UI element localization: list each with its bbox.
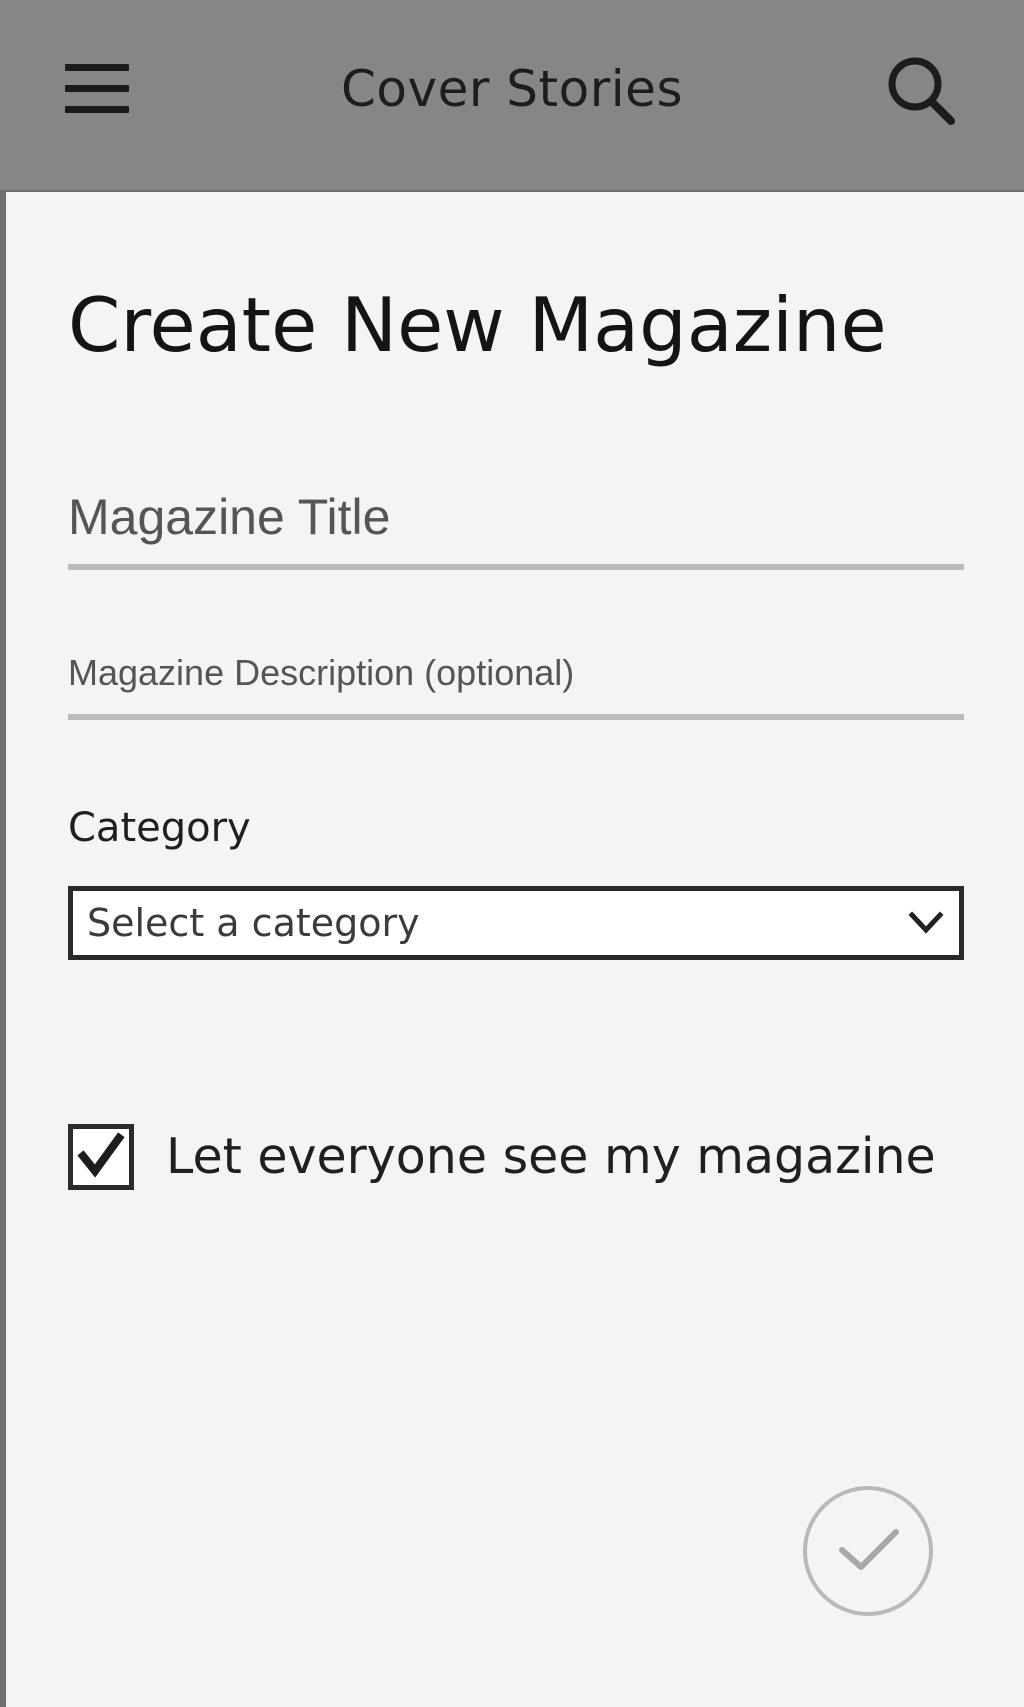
category-label: Category xyxy=(68,805,251,851)
hamburger-menu-icon-line xyxy=(65,85,129,92)
hamburger-menu-icon-line xyxy=(65,106,129,113)
search-icon xyxy=(888,57,955,125)
left-border xyxy=(0,190,6,1707)
app-header: Cover Stories xyxy=(0,0,1024,192)
search-button[interactable] xyxy=(884,54,964,134)
confirm-check-icon xyxy=(839,1529,899,1570)
hamburger-menu-button[interactable] xyxy=(60,55,138,123)
public-visibility-label[interactable]: Let everyone see my magazine xyxy=(166,1124,936,1190)
chevron-down-icon xyxy=(908,911,944,934)
magazine-title-input[interactable] xyxy=(68,470,964,570)
category-selected-value: Select a category xyxy=(87,901,420,945)
hamburger-menu-icon-line xyxy=(65,64,129,71)
app-title: Cover Stories xyxy=(341,60,683,118)
category-select[interactable]: Select a category xyxy=(68,886,964,960)
public-visibility-checkbox[interactable] xyxy=(68,1124,134,1190)
create-magazine-screen: Cover Stories Create New Magazine Catego… xyxy=(0,0,1024,1707)
checkmark-icon xyxy=(77,1132,125,1178)
confirm-button[interactable] xyxy=(803,1486,933,1616)
magazine-description-input[interactable] xyxy=(68,632,964,720)
page-title: Create New Magazine xyxy=(68,281,887,369)
